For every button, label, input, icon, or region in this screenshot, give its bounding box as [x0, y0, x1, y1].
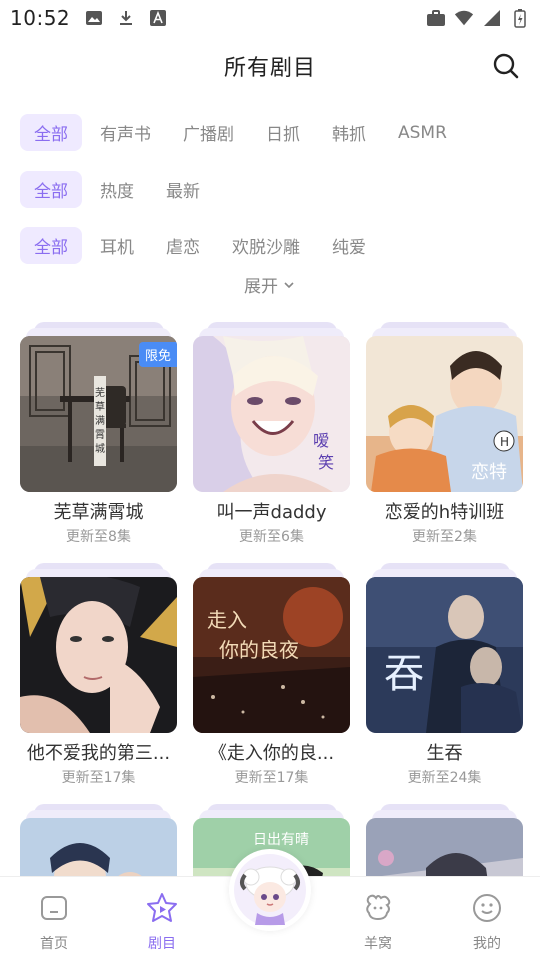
star-play-icon: [147, 893, 177, 922]
svg-text:芜: 芜: [95, 386, 105, 399]
smile-icon: [473, 894, 501, 922]
nav-nest[interactable]: 羊窝: [338, 891, 418, 953]
free-badge: 限免: [138, 342, 177, 367]
sheep-mascot-icon: [234, 854, 306, 926]
nav-mine[interactable]: 我的: [447, 891, 527, 953]
nav-nest-label: 羊窝: [364, 936, 392, 952]
image-icon: [84, 8, 104, 28]
nav-home[interactable]: 首页: [14, 891, 94, 953]
cover-image: 走入 你的良夜: [193, 577, 350, 733]
svg-text:嗳: 嗳: [313, 431, 329, 450]
nav-dramas[interactable]: 剧目: [122, 891, 202, 953]
svg-text:吞: 吞: [384, 651, 424, 697]
svg-text:笑: 笑: [318, 453, 334, 472]
nav-mine-label: 我的: [473, 936, 501, 952]
svg-text:H: H: [500, 435, 509, 449]
sheep-icon: [366, 894, 391, 921]
card-title: 他不爱我的第三...: [26, 743, 171, 764]
card-update: 更新至8集: [66, 529, 131, 545]
chip-sort-all[interactable]: 全部: [20, 171, 82, 208]
cover-image: 嗳 笑: [193, 336, 350, 492]
svg-text:城: 城: [95, 443, 105, 455]
center-avatar-button[interactable]: [229, 849, 311, 931]
card-title: 恋爱的h特训班: [384, 502, 505, 523]
card-update: 更新至24集: [407, 770, 482, 786]
signal-icon: [482, 8, 502, 28]
briefcase-icon: [426, 8, 446, 28]
card-title: 叫一声daddy: [216, 502, 327, 523]
svg-text:走入: 走入: [207, 608, 247, 632]
cover-image: 吞: [366, 577, 523, 733]
status-bar: 10:52: [0, 0, 540, 36]
chip-tag-angst[interactable]: 虐恋: [152, 227, 214, 264]
chip-type-all[interactable]: 全部: [20, 114, 82, 151]
cover-image: H 恋特: [366, 336, 523, 492]
cover-image: 芜 草 满 霄 城 限免: [20, 336, 177, 492]
svg-text:满: 满: [95, 415, 105, 427]
chip-type-jp[interactable]: 日抓: [252, 114, 314, 151]
chip-type-audiobook[interactable]: 有声书: [86, 114, 165, 151]
svg-text:草: 草: [95, 401, 105, 413]
card-update: 更新至6集: [239, 529, 304, 545]
chip-type-kr[interactable]: 韩抓: [318, 114, 380, 151]
svg-text:霄: 霄: [95, 429, 105, 441]
home-icon: [41, 896, 67, 920]
card-update: 更新至17集: [234, 770, 309, 786]
font-icon: [148, 8, 168, 28]
card-title: 芜草满霄城: [53, 502, 144, 523]
chip-type-asmr[interactable]: ASMR: [384, 117, 461, 149]
card-title: 《走入你的良...: [208, 743, 335, 764]
battery-icon: [510, 8, 530, 28]
expand-label: 展开: [244, 277, 278, 297]
status-time: 10:52: [10, 6, 71, 30]
wifi-icon: [454, 8, 474, 28]
card-update: 更新至17集: [61, 770, 136, 786]
svg-text:你的良夜: 你的良夜: [219, 638, 299, 662]
nav-home-label: 首页: [40, 936, 68, 952]
filter-row-sort: 全部 热度 最新: [20, 171, 218, 208]
bottom-nav: 首页 剧目 羊窝 我的: [0, 849, 540, 960]
filter-row-tags: 全部 耳机 虐恋 欢脱沙雕 纯爱: [20, 227, 384, 264]
chip-sort-hot[interactable]: 热度: [86, 171, 148, 208]
page-title: 所有剧目: [223, 56, 316, 81]
svg-text:恋特: 恋特: [471, 461, 507, 483]
chevron-down-icon: [284, 281, 294, 288]
card-title: 生吞: [426, 743, 463, 764]
cover-image: [20, 577, 177, 733]
chip-tag-headphones[interactable]: 耳机: [86, 227, 148, 264]
search-icon: [493, 53, 519, 79]
chip-tag-comedy[interactable]: 欢脱沙雕: [218, 227, 314, 264]
expand-button[interactable]: 展开: [0, 272, 540, 297]
svg-text:日出有晴: 日出有晴: [253, 832, 309, 848]
chip-tag-pure-love[interactable]: 纯爱: [318, 227, 380, 264]
filter-row-type: 全部 有声书 广播剧 日抓 韩抓 ASMR: [20, 114, 465, 151]
chip-sort-new[interactable]: 最新: [152, 171, 214, 208]
chip-type-radio-drama[interactable]: 广播剧: [169, 114, 248, 151]
chip-tag-all[interactable]: 全部: [20, 227, 82, 264]
download-icon: [116, 8, 136, 28]
nav-dramas-label: 剧目: [148, 936, 176, 952]
header: 所有剧目: [0, 44, 540, 88]
search-button[interactable]: [492, 52, 520, 80]
card-update: 更新至2集: [412, 529, 477, 545]
